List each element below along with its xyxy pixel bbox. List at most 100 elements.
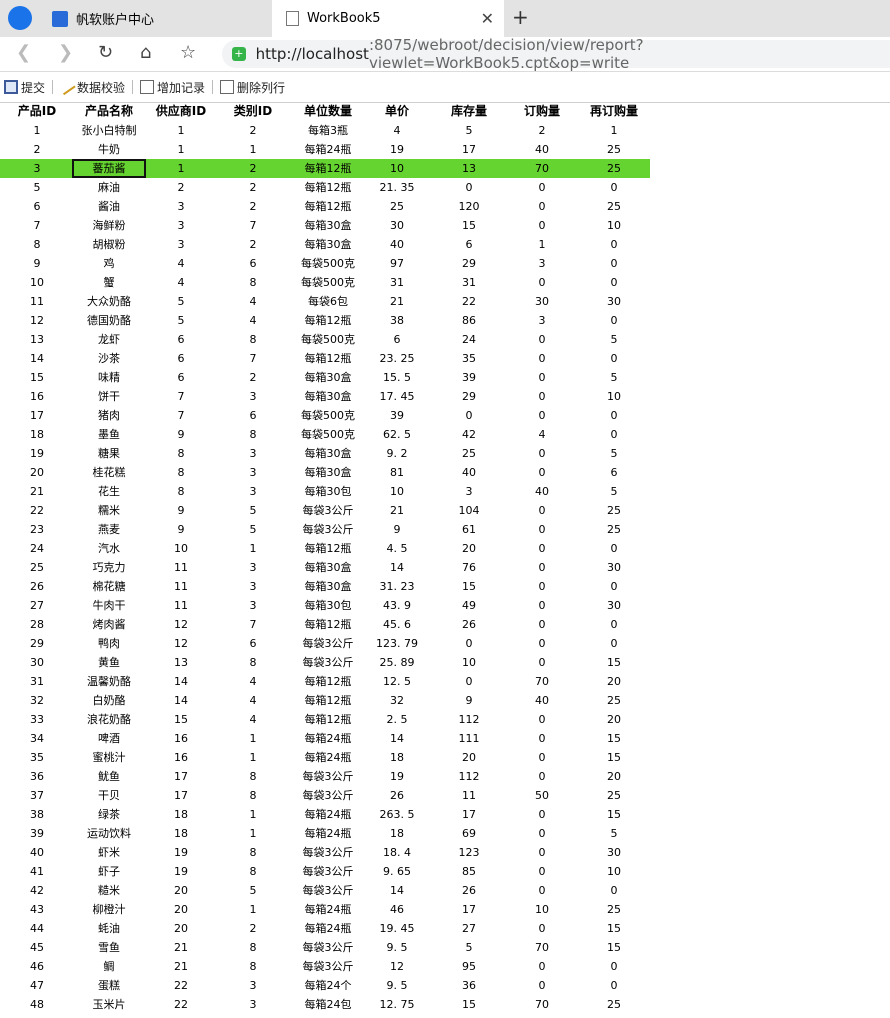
cell-unit-price[interactable]: 15. 5 <box>372 368 422 387</box>
cell-unit-price[interactable]: 4. 5 <box>372 539 422 558</box>
cell-stock[interactable]: 5 <box>440 938 498 957</box>
cell-on-order[interactable]: 0 <box>516 273 568 292</box>
cell-supplier-id[interactable]: 12 <box>155 634 207 653</box>
cell-product-name[interactable]: 棉花糖 <box>70 577 148 596</box>
cell-supplier-id[interactable]: 21 <box>155 957 207 976</box>
cell-category-id[interactable]: 3 <box>228 558 278 577</box>
cell-product-id[interactable]: 32 <box>14 691 60 710</box>
cell-category-id[interactable]: 5 <box>228 520 278 539</box>
cell-product-id[interactable]: 12 <box>14 311 60 330</box>
cell-category-id[interactable]: 3 <box>228 482 278 501</box>
cell-category-id[interactable]: 4 <box>228 710 278 729</box>
cell-product-name[interactable]: 绿茶 <box>70 805 148 824</box>
new-tab-icon[interactable]: + <box>512 5 529 29</box>
cell-supplier-id[interactable]: 21 <box>155 938 207 957</box>
cell-unit-quantity[interactable]: 每箱24瓶 <box>292 824 364 843</box>
cell-category-id[interactable]: 1 <box>228 748 278 767</box>
cell-stock[interactable]: 26 <box>440 615 498 634</box>
cell-category-id[interactable]: 3 <box>228 577 278 596</box>
cell-unit-price[interactable]: 31. 23 <box>372 577 422 596</box>
cell-on-order[interactable]: 3 <box>516 311 568 330</box>
cell-stock[interactable]: 42 <box>440 425 498 444</box>
cell-product-name[interactable]: 沙茶 <box>70 349 148 368</box>
cell-unit-quantity[interactable]: 每袋500克 <box>292 330 364 349</box>
cell-reorder-level[interactable]: 0 <box>586 634 642 653</box>
cell-product-name[interactable]: 大众奶酪 <box>70 292 148 311</box>
cell-product-id[interactable]: 41 <box>14 862 60 881</box>
cell-stock[interactable]: 17 <box>440 900 498 919</box>
cell-unit-price[interactable]: 25 <box>372 197 422 216</box>
cell-reorder-level[interactable]: 20 <box>586 710 642 729</box>
cell-stock[interactable]: 11 <box>440 786 498 805</box>
cell-unit-price[interactable]: 62. 5 <box>372 425 422 444</box>
cell-supplier-id[interactable]: 6 <box>155 330 207 349</box>
cell-supplier-id[interactable]: 3 <box>155 216 207 235</box>
cell-stock[interactable]: 6 <box>440 235 498 254</box>
cell-product-id[interactable]: 30 <box>14 653 60 672</box>
cell-category-id[interactable]: 4 <box>228 292 278 311</box>
cell-unit-price[interactable]: 12 <box>372 957 422 976</box>
cell-unit-price[interactable]: 46 <box>372 900 422 919</box>
cell-product-name[interactable]: 味精 <box>70 368 148 387</box>
cell-supplier-id[interactable]: 15 <box>155 710 207 729</box>
browser-logo-icon[interactable] <box>8 6 32 30</box>
cell-unit-price[interactable]: 21. 35 <box>372 178 422 197</box>
cell-stock[interactable]: 0 <box>440 634 498 653</box>
cell-reorder-level[interactable]: 25 <box>586 140 642 159</box>
cell-unit-quantity[interactable]: 每袋3公斤 <box>292 634 364 653</box>
cell-reorder-level[interactable]: 1 <box>586 121 642 140</box>
cell-supplier-id[interactable]: 20 <box>155 881 207 900</box>
cell-on-order[interactable]: 2 <box>516 121 568 140</box>
cell-unit-quantity[interactable]: 每箱24瓶 <box>292 900 364 919</box>
cell-category-id[interactable]: 3 <box>228 444 278 463</box>
cell-reorder-level[interactable]: 25 <box>586 501 642 520</box>
home-icon[interactable]: ⌂ <box>140 42 151 63</box>
cell-unit-quantity[interactable]: 每袋3公斤 <box>292 881 364 900</box>
cell-stock[interactable]: 20 <box>440 539 498 558</box>
cell-reorder-level[interactable]: 0 <box>586 539 642 558</box>
cell-supplier-id[interactable]: 2 <box>155 178 207 197</box>
cell-category-id[interactable]: 7 <box>228 349 278 368</box>
cell-supplier-id[interactable]: 11 <box>155 558 207 577</box>
cell-unit-quantity[interactable]: 每袋6包 <box>292 292 364 311</box>
cell-reorder-level[interactable]: 0 <box>586 615 642 634</box>
cell-product-id[interactable]: 22 <box>14 501 60 520</box>
cell-product-id[interactable]: 27 <box>14 596 60 615</box>
cell-reorder-level[interactable]: 30 <box>586 292 642 311</box>
cell-reorder-level[interactable]: 5 <box>586 482 642 501</box>
cell-supplier-id[interactable]: 22 <box>155 995 207 1014</box>
cell-on-order[interactable]: 0 <box>516 710 568 729</box>
cell-unit-quantity[interactable]: 每箱12瓶 <box>292 349 364 368</box>
cell-product-id[interactable]: 47 <box>14 976 60 995</box>
cell-product-name[interactable]: 鸭肉 <box>70 634 148 653</box>
cell-unit-quantity[interactable]: 每箱30盒 <box>292 577 364 596</box>
cell-product-name[interactable]: 鱿鱼 <box>70 767 148 786</box>
cell-unit-price[interactable]: 39 <box>372 406 422 425</box>
cell-category-id[interactable]: 2 <box>228 121 278 140</box>
submit-button[interactable]: 提交 <box>0 79 49 96</box>
cell-unit-quantity[interactable]: 每箱12瓶 <box>292 197 364 216</box>
cell-unit-price[interactable]: 38 <box>372 311 422 330</box>
cell-product-id[interactable]: 2 <box>14 140 60 159</box>
cell-category-id[interactable]: 2 <box>228 159 278 178</box>
cell-unit-price[interactable]: 9. 5 <box>372 938 422 957</box>
cell-product-name[interactable]: 啤酒 <box>70 729 148 748</box>
tab-account-center[interactable]: 帆软账户中心 <box>40 0 272 37</box>
cell-product-id[interactable]: 34 <box>14 729 60 748</box>
cell-unit-price[interactable]: 21 <box>372 292 422 311</box>
add-record-button[interactable]: 增加记录 <box>136 79 209 96</box>
cell-on-order[interactable]: 0 <box>516 767 568 786</box>
cell-supplier-id[interactable]: 5 <box>155 292 207 311</box>
cell-on-order[interactable]: 0 <box>516 539 568 558</box>
cell-category-id[interactable]: 3 <box>228 596 278 615</box>
cell-unit-price[interactable]: 9. 5 <box>372 976 422 995</box>
cell-category-id[interactable]: 8 <box>228 862 278 881</box>
cell-supplier-id[interactable]: 7 <box>155 406 207 425</box>
cell-category-id[interactable]: 7 <box>228 216 278 235</box>
cell-stock[interactable]: 112 <box>440 767 498 786</box>
cell-supplier-id[interactable]: 4 <box>155 254 207 273</box>
cell-product-id[interactable]: 8 <box>14 235 60 254</box>
cell-product-name[interactable]: 麻油 <box>70 178 148 197</box>
cell-unit-price[interactable]: 123. 79 <box>372 634 422 653</box>
cell-product-id[interactable]: 3 <box>14 159 60 178</box>
